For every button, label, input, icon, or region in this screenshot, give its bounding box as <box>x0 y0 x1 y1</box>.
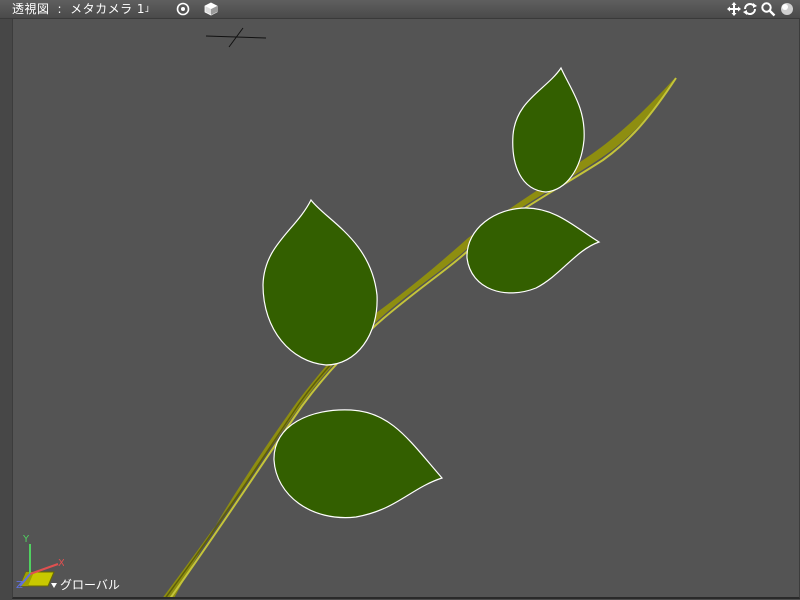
camera-indicator <box>205 27 267 48</box>
camera-menu-marker[interactable]: 」 <box>145 4 155 14</box>
coordinate-system-label[interactable]: グローバル <box>60 576 120 593</box>
view-name[interactable]: 透視図 <box>12 2 50 16</box>
target-icon[interactable] <box>175 1 191 17</box>
leaf-mid-right[interactable] <box>466 207 601 294</box>
axis-y-label: Y <box>22 534 30 545</box>
axis-z-label: Z <box>16 580 23 591</box>
leaf-lower[interactable] <box>273 409 444 519</box>
scene[interactable] <box>13 19 799 597</box>
3d-viewport[interactable] <box>12 19 800 599</box>
zoom-icon[interactable] <box>760 1 776 17</box>
sphere-icon[interactable] <box>779 1 795 17</box>
axis-x-label: X <box>58 558 64 569</box>
coordinate-dropdown-icon[interactable] <box>51 583 57 588</box>
title-separator: : <box>57 2 63 16</box>
camera-name[interactable]: メタカメラ 1 <box>70 2 145 16</box>
leaf-upper-left[interactable] <box>262 198 378 366</box>
view-title[interactable]: 透視図: メタカメラ 1」 <box>12 0 155 18</box>
axis-gizmo: Y X Z <box>16 534 64 591</box>
cube-icon[interactable] <box>203 1 219 17</box>
leaf-top-right[interactable] <box>512 66 585 193</box>
left-margin <box>0 19 12 600</box>
viewport-title-bar: 透視図: メタカメラ 1」 <box>0 0 800 19</box>
move-icon[interactable] <box>726 1 742 17</box>
rotate-icon[interactable] <box>742 1 758 17</box>
stem[interactable] <box>161 77 677 597</box>
